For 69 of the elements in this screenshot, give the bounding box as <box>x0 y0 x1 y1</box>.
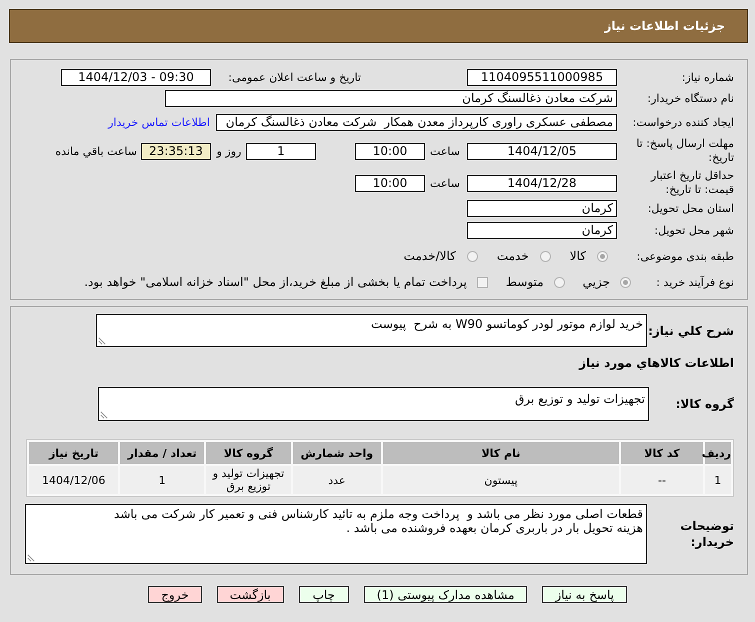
table-cell: عدد <box>293 466 381 494</box>
column-header: تعداد / مقدار <box>120 442 204 464</box>
field-label: طبقه بندی موضوعی: <box>636 250 734 262</box>
option-label: پرداخت تمام یا بخشی از مبلغ خرید،از محل "اسناد خزانه اسلامی" خواهد بود. <box>84 275 467 289</box>
section-heading: اطلاعات كالاهاي مورد نياز <box>579 356 734 371</box>
table-cell: 1 <box>120 466 204 494</box>
buyer-org-field[interactable]: شرکت معادن ذغالسنگ کرمان <box>165 90 617 107</box>
column-header: نام کالا <box>382 442 620 464</box>
checkbox[interactable] <box>476 276 488 288</box>
field-label: گروه کالا: <box>676 397 734 411</box>
field-label: ایجاد کننده درخواست: <box>632 116 734 129</box>
option-label: کالا/خدمت <box>404 249 456 263</box>
field-label: تاریخ و ساعت اعلان عمومی: <box>228 71 361 84</box>
resize-grip-icon[interactable] <box>98 337 106 345</box>
action-button[interactable]: پاسخ به نیاز <box>542 586 627 603</box>
option-label: متوسط <box>506 275 544 289</box>
radio-button[interactable] <box>597 250 608 262</box>
action-button[interactable]: چاپ <box>298 586 349 603</box>
field-label: مهلت ارسال پاسخ: تا تاریخ: <box>636 137 734 164</box>
column-header: گروه کالا <box>206 442 292 464</box>
column-header: تاریخ نیاز <box>29 442 118 464</box>
column-header: واحد شمارش <box>293 442 381 464</box>
goods-group-text-area[interactable]: تجهیزات تولید و توزیع برق <box>98 387 649 421</box>
radio-button[interactable] <box>554 276 565 288</box>
column-header: ردیف <box>704 442 731 464</box>
announce-date-field[interactable]: 1404/12/03 - 09:30 <box>61 69 211 86</box>
validity-date-field[interactable]: 1404/12/28 <box>467 174 617 192</box>
buyer-contact-link[interactable]: اطلاعات تماس خریدار <box>108 116 210 129</box>
field-label: حداقل تاریخ اعتبار قیمت: تا تاریخ: <box>650 169 734 196</box>
city-field[interactable]: کرمان <box>467 222 617 239</box>
field-label: روز و <box>216 144 242 158</box>
radio-button[interactable] <box>466 250 478 262</box>
field-label: نوع فرآیند خرید : <box>656 276 734 288</box>
days-field[interactable]: 1 <box>246 142 316 160</box>
field-label: ساعت باقي مانده <box>55 144 137 158</box>
validity-time-field[interactable]: 10:00 <box>355 174 425 192</box>
deadline-time-field[interactable]: 10:00 <box>355 142 425 160</box>
table-cell: -- <box>621 466 703 494</box>
option-label: جزيي <box>582 275 610 289</box>
field-label: نام دستگاه خریدار: <box>647 92 734 105</box>
field-label: شهر محل تحویل: <box>654 224 734 237</box>
action-button[interactable]: خروج <box>148 586 202 603</box>
option-label: کالا <box>570 249 586 263</box>
requester-field[interactable]: مصطفی عسکری راوری کارپرداز معدن همکار شرکت معادن ذغالسنگ کرمان <box>216 114 617 131</box>
province-field[interactable]: کرمان <box>467 200 617 217</box>
summary-text-area[interactable]: خرید لوازم موتور لودر کوماتسو W90 به شرح پیوست <box>96 314 647 347</box>
buyer-notes-text-area[interactable]: قطعات اصلی مورد نظر می باشد و پرداخت وجه ملزم به تائید کارشناس فنی و تعمیر کار شرکت می باشد هزینه تحویل بار در باربری کرمان بعهده فروشنده می باشد . <box>25 504 647 564</box>
deadline-date-field[interactable]: 1404/12/05 <box>467 142 617 160</box>
field-label: استان محل تحویل: <box>648 202 734 215</box>
radio-button[interactable] <box>540 250 551 262</box>
resize-grip-icon[interactable] <box>27 554 35 562</box>
field-label: ساعت <box>430 176 460 190</box>
table-cell: 1404/12/06 <box>29 466 118 494</box>
remaining-time-field[interactable]: 23:35:13 <box>141 142 211 160</box>
action-button[interactable]: بازگشت <box>216 586 284 603</box>
table-cell: تجهیزات تولید و توزیع برق <box>206 466 292 494</box>
field-label: ساعت <box>430 144 460 158</box>
radio-button[interactable] <box>620 276 631 288</box>
need-number-field[interactable]: 1104095511000985 <box>467 69 617 86</box>
field-label: شرح كلي نياز: <box>648 324 734 338</box>
table-cell: پیستون <box>382 466 620 494</box>
table-cell: 1 <box>704 466 731 494</box>
page-title: جزئیات اطلاعات نیاز <box>604 19 725 33</box>
action-button[interactable]: مشاهده مدارک پیوستی (1) <box>364 586 528 603</box>
field-label: توضیحات خریدار: <box>680 519 734 549</box>
resize-grip-icon[interactable] <box>100 411 108 419</box>
option-label: خدمت <box>496 249 529 263</box>
column-header: کد کالا <box>621 442 703 464</box>
field-label: شماره نیاز: <box>682 71 734 84</box>
